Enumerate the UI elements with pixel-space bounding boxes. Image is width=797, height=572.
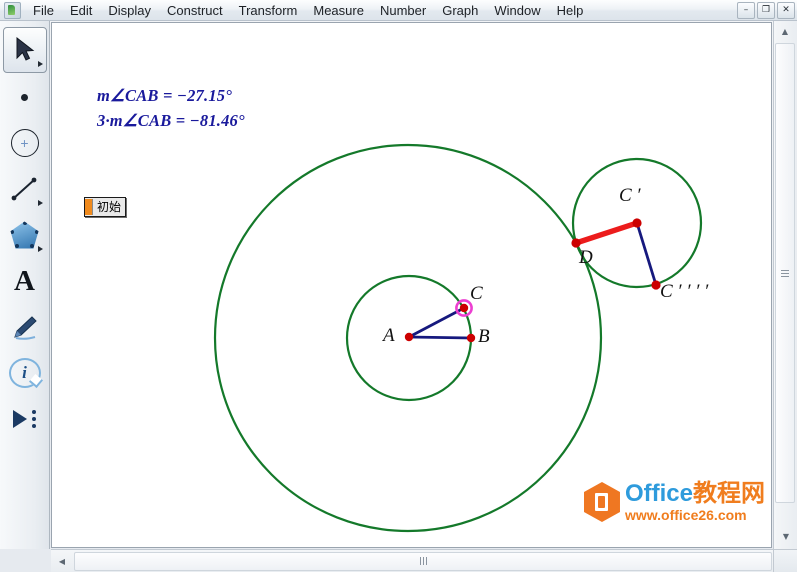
segment-ab (408, 335, 472, 340)
action-button-reset[interactable]: 初始 (84, 197, 127, 217)
segment-ac (408, 306, 465, 339)
info-bubble-icon: i (8, 358, 41, 388)
watermark-brand-latin: Office (624, 480, 693, 507)
watermark-brand-cjk: 教程网 (693, 480, 765, 507)
point-a (404, 332, 414, 342)
window-controls: – ❐ ✕ (737, 2, 795, 19)
compass-circle-tool[interactable]: + (4, 121, 46, 165)
sketch-canvas[interactable]: m∠CAB = −27.15° 3·m∠CAB = −81.46° 初始 A B… (51, 22, 772, 548)
arrow-select-tool[interactable] (2, 27, 47, 73)
point-icon (21, 93, 28, 101)
circle-icon: + (10, 129, 39, 157)
marker-tool[interactable] (4, 305, 46, 349)
close-icon: ✕ (782, 5, 790, 15)
label-d[interactable]: D (579, 247, 593, 269)
tool-palette: + A i (0, 21, 50, 549)
label-c[interactable]: C (470, 283, 483, 305)
minimize-button[interactable]: – (737, 2, 755, 19)
restore-icon: ❐ (761, 5, 771, 15)
horizontal-scrollbar[interactable]: ◀ (51, 549, 773, 572)
menu-item-construct[interactable]: Construct (159, 1, 231, 20)
scroll-up-arrow-icon[interactable]: ▲ (774, 21, 796, 42)
menu-item-number[interactable]: Number (372, 1, 434, 20)
straightedge-tool[interactable] (4, 167, 46, 211)
action-button-accent-bar (85, 199, 92, 215)
watermark-text: Office教程网 www.office26.com (625, 481, 765, 523)
segment-c-prime-c-quad (635, 222, 658, 286)
chevron-right-icon[interactable] (37, 61, 43, 67)
sketchpad-window: File Edit Display Construct Transform Me… (0, 0, 797, 572)
point-tool[interactable] (4, 75, 46, 119)
line-segment-icon (11, 177, 36, 201)
menu-item-help[interactable]: Help (549, 1, 592, 20)
vertical-scrollbar-thumb[interactable] (775, 43, 795, 503)
vertical-scrollbar[interactable]: ▲ ▼ (773, 21, 797, 549)
information-tool[interactable]: i (4, 351, 46, 395)
watermark-url: www.office26.com (624, 507, 747, 523)
menu-item-edit[interactable]: Edit (62, 1, 100, 20)
letter-a-icon: A (14, 264, 35, 297)
scrollbar-corner (773, 549, 797, 572)
menu-item-display[interactable]: Display (100, 1, 159, 20)
menu-item-graph[interactable]: Graph (434, 1, 486, 20)
arrow-cursor-icon (16, 36, 34, 61)
segment-dc-prime (573, 220, 640, 246)
menu-bar: File Edit Display Construct Transform Me… (0, 0, 797, 21)
scroll-down-arrow-icon[interactable]: ▼ (775, 526, 797, 547)
office-logo-icon (583, 482, 620, 522)
custom-tool[interactable] (4, 397, 46, 441)
measurement-angle-cab[interactable]: m∠CAB = −27.15° (97, 86, 232, 106)
label-a[interactable]: A (383, 325, 395, 347)
menu-item-file[interactable]: File (25, 1, 62, 20)
pentagon-icon (10, 221, 39, 249)
action-button-label: 初始 (92, 199, 125, 215)
minimize-icon: – (743, 5, 749, 15)
chevron-right-icon[interactable] (37, 246, 43, 252)
play-triangle-icon (13, 410, 36, 428)
sketchpad-app-icon (4, 1, 21, 19)
menu-item-window[interactable]: Window (486, 1, 548, 20)
close-button[interactable]: ✕ (777, 2, 795, 19)
marker-pen-icon (13, 316, 37, 340)
scroll-left-arrow-icon[interactable]: ◀ (51, 551, 73, 572)
menu-item-transform[interactable]: Transform (231, 1, 306, 20)
text-tool[interactable]: A (4, 259, 46, 303)
label-c-prime[interactable]: C ′ (619, 185, 641, 207)
label-c-quad-prime[interactable]: C ′ ′ ′ ′ (660, 281, 708, 303)
polygon-tool[interactable] (4, 213, 46, 257)
chevron-right-icon[interactable] (37, 200, 43, 206)
watermark: Office教程网 www.office26.com (583, 481, 765, 523)
label-b[interactable]: B (478, 326, 490, 348)
menu-item-measure[interactable]: Measure (305, 1, 372, 20)
point-c-prime (632, 218, 642, 228)
point-c (459, 303, 469, 313)
scrollbar-grip-icon (419, 557, 427, 565)
scrollbar-grip-icon (781, 269, 789, 277)
measurement-triple-angle-cab[interactable]: 3·m∠CAB = −81.46° (97, 111, 245, 131)
horizontal-scrollbar-thumb[interactable] (74, 551, 772, 571)
restore-button[interactable]: ❐ (757, 2, 775, 19)
point-b (466, 333, 476, 343)
